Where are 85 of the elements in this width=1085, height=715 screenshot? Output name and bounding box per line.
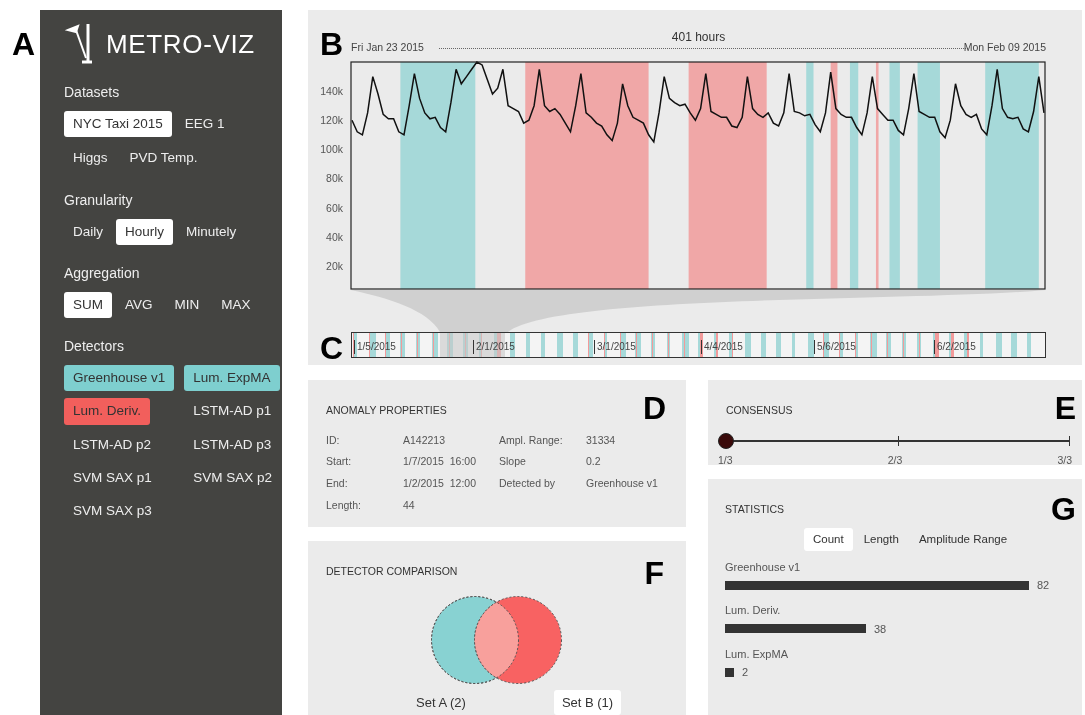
option-button[interactable]: Minutely: [177, 218, 246, 245]
y-tick-label: 100k: [320, 143, 343, 156]
option-button[interactable]: Lum. ExpMA: [184, 365, 280, 392]
option-button[interactable]: NYC Taxi 2015: [64, 111, 172, 138]
bar-label: Lum. Deriv.: [725, 603, 782, 619]
anomaly-band[interactable]: [985, 62, 1039, 289]
panel-letter: A: [12, 28, 36, 60]
property-value: A142213: [403, 432, 447, 448]
section-title: Aggregation: [64, 263, 141, 283]
tick-label: 1/3: [718, 452, 733, 468]
bar-label: Greenhouse v1: [725, 559, 802, 575]
panel-letter: D: [642, 391, 666, 424]
property-label: Slope: [499, 454, 527, 470]
bar-value: 38: [874, 621, 887, 637]
panel-letter: E: [1054, 391, 1076, 424]
stat-bar: [725, 667, 734, 677]
end-date: Mon Feb 09 2015: [963, 40, 1046, 55]
bar-label: Lum. ExpMA: [725, 646, 789, 662]
option-button[interactable]: Daily: [64, 218, 112, 245]
property-value: Greenhouse v1: [586, 476, 659, 491]
set-button[interactable]: Set A (2): [408, 689, 474, 715]
property-label: Length:: [326, 497, 363, 513]
date-label: 1/5/2015: [354, 340, 396, 354]
section-title: Granularity: [64, 190, 134, 210]
bar-value: 82: [1037, 578, 1050, 593]
tick-label: 3/3: [1057, 452, 1072, 468]
property-value: 1/2/2015 12:00: [403, 476, 477, 491]
option-button[interactable]: LSTM-AD p3: [184, 431, 281, 458]
span-label: 401 hours: [670, 29, 727, 46]
date-label: 3/1/2015: [594, 340, 636, 354]
property-value: 0.2: [586, 454, 602, 470]
option-button[interactable]: SVM SAX p3: [64, 498, 161, 525]
panel-letter: C: [320, 332, 344, 364]
property-value: 31334: [586, 432, 617, 448]
stat-tab[interactable]: Amplitude Range: [909, 527, 1017, 551]
app-title: METRO-VIZ: [106, 27, 255, 61]
start-date: Fri Jan 23 2015: [351, 40, 424, 55]
option-button[interactable]: MAX: [212, 291, 260, 318]
option-button[interactable]: LSTM-AD p1: [184, 398, 281, 425]
y-tick-label: 80k: [326, 172, 343, 185]
panel-title: STATISTICS: [725, 502, 785, 515]
y-tick-label: 140k: [320, 85, 343, 98]
property-label: Ampl. Range:: [499, 432, 564, 448]
property-value: 44: [403, 497, 416, 513]
panel-title: CONSENSUS: [726, 403, 793, 416]
date-label: 5/6/2015: [814, 340, 856, 354]
option-button[interactable]: SVM SAX p2: [184, 464, 282, 491]
date-label: 4/4/2015: [701, 340, 743, 354]
option-button[interactable]: LSTM-AD p2: [64, 431, 161, 458]
section-title: Detectors: [64, 337, 125, 356]
option-button[interactable]: Greenhouse v1: [64, 365, 175, 392]
y-tick-label: 60k: [326, 201, 343, 214]
property-label: Detected by: [499, 476, 557, 491]
set-button[interactable]: Set B (1): [553, 689, 622, 715]
bar-value: 2: [742, 665, 749, 680]
y-tick-label: 120k: [320, 114, 343, 127]
y-tick-label: 20k: [326, 259, 343, 272]
option-button[interactable]: Higgs: [64, 145, 117, 172]
panel-title: ANOMALY PROPERTIES: [326, 403, 447, 416]
option-button[interactable]: Hourly: [116, 218, 174, 245]
option-button[interactable]: SUM: [64, 291, 112, 318]
option-button[interactable]: Lum. Deriv.: [64, 398, 150, 425]
y-tick-label: 40k: [326, 230, 343, 243]
anomaly-band[interactable]: [830, 62, 838, 289]
panel-letter: G: [1051, 492, 1076, 525]
property-label: End:: [326, 476, 349, 491]
panel-title: DETECTOR COMPARISON: [326, 564, 458, 577]
panel-letter: B: [320, 28, 344, 60]
property-value: 1/7/2015 16:00: [403, 454, 477, 470]
property-label: ID:: [326, 432, 341, 448]
option-button[interactable]: EEG 1: [175, 111, 234, 138]
anomaly-band[interactable]: [875, 62, 879, 289]
option-button[interactable]: SVM SAX p1: [64, 464, 161, 491]
stat-tab[interactable]: Count: [804, 527, 853, 551]
option-button[interactable]: MIN: [165, 291, 209, 318]
date-label: 2/1/2015: [473, 340, 515, 354]
option-button[interactable]: AVG: [116, 291, 162, 318]
tick-label: 2/3: [887, 452, 903, 468]
property-label: Start:: [326, 454, 353, 470]
panel-letter: F: [644, 556, 664, 589]
slider-thumb[interactable]: [718, 432, 734, 449]
stat-tab[interactable]: Length: [854, 527, 908, 551]
date-label: 6/2/2015: [934, 340, 976, 354]
section-title: Datasets: [64, 83, 121, 102]
option-button[interactable]: PVD Temp.: [120, 145, 207, 172]
